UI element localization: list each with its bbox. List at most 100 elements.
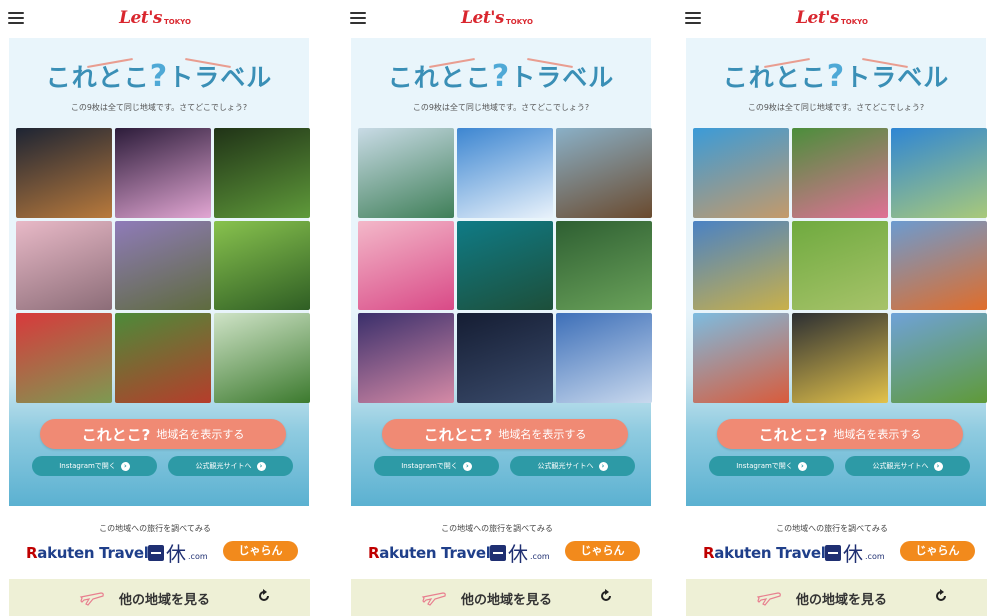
ikkyu-com: .com bbox=[188, 552, 208, 561]
phone-screen-3: Let's TOKYO これとこ?トラベル この9枚は全て同じ地域です。さてどこ… bbox=[677, 0, 987, 616]
show-button-label: 地域名を表示する bbox=[156, 428, 245, 441]
logo-main-text: Let's bbox=[119, 8, 162, 28]
ikkyu-logo-icon bbox=[148, 544, 164, 561]
instagram-button[interactable]: Instagramで開く › bbox=[374, 456, 499, 476]
hamburger-menu-icon[interactable] bbox=[685, 12, 701, 24]
partner-links: Rakuten Travel 休 .com じゃらん bbox=[0, 538, 310, 567]
hamburger-menu-icon[interactable] bbox=[8, 12, 24, 24]
logo-main-text: Let's bbox=[461, 8, 504, 28]
airplane-icon bbox=[421, 592, 446, 606]
reload-icon[interactable] bbox=[934, 589, 948, 603]
show-button-brand: これとこ? bbox=[423, 425, 493, 444]
show-button-brand: これとこ? bbox=[81, 425, 151, 444]
logo-sub-text: TOKYO bbox=[163, 18, 191, 26]
photo-tile-castle-sky bbox=[556, 313, 652, 403]
logo[interactable]: Let's TOKYO bbox=[119, 8, 191, 28]
top-bar: Let's TOKYO bbox=[342, 0, 652, 36]
show-region-button[interactable]: これとこ? 地域名を表示する bbox=[382, 419, 628, 449]
official-site-button[interactable]: 公式観光サイトへ › bbox=[845, 456, 970, 476]
title-area: これとこ?トラベル bbox=[351, 46, 651, 102]
other-regions-bar[interactable]: 他の地域を見る bbox=[351, 579, 652, 616]
instagram-button-label: Instagramで開く bbox=[736, 462, 793, 470]
page-title: これとこ?トラベル bbox=[686, 58, 986, 94]
logo[interactable]: Let's TOKYO bbox=[796, 8, 868, 28]
title-area: これとこ?トラベル bbox=[686, 46, 986, 102]
ikkyu-kanji: 休 bbox=[843, 542, 863, 566]
photo-tile-cherry-pink-flowers bbox=[358, 220, 454, 311]
rakuten-travel-link[interactable]: Rakuten Travel bbox=[368, 544, 491, 562]
ikkyu-link[interactable]: 休 .com bbox=[148, 538, 208, 567]
official-site-button-label: 公式観光サイトへ bbox=[872, 462, 929, 470]
logo-main-text: Let's bbox=[796, 8, 839, 28]
title-rest: トラベル bbox=[845, 63, 950, 92]
partner-links: Rakuten Travel 休 .com じゃらん bbox=[342, 538, 652, 567]
photo-tile-green-window bbox=[214, 128, 310, 218]
photo-tile-turquoise-spring bbox=[457, 220, 553, 311]
show-button-label: 地域名を表示する bbox=[498, 428, 587, 441]
official-site-button-label: 公式観光サイトへ bbox=[537, 462, 594, 470]
reload-icon[interactable] bbox=[599, 589, 613, 603]
photo-tile-lantern-festival bbox=[115, 128, 211, 218]
official-site-button[interactable]: 公式観光サイトへ › bbox=[168, 456, 293, 476]
ikkyu-logo-icon bbox=[490, 544, 506, 561]
arrow-right-icon: › bbox=[933, 461, 943, 471]
ikkyu-logo-icon bbox=[825, 544, 841, 561]
rakuten-travel-link[interactable]: Rakuten Travel bbox=[26, 544, 149, 562]
airplane-icon bbox=[756, 592, 781, 606]
rakuten-r: R bbox=[368, 544, 380, 562]
title-question-mark: ? bbox=[149, 59, 169, 94]
jalan-link[interactable]: じゃらん bbox=[900, 541, 975, 561]
photo-tile-forest-light bbox=[214, 220, 310, 311]
photo-tile-azalea-path bbox=[16, 313, 112, 403]
reload-icon[interactable] bbox=[257, 589, 271, 603]
instagram-button[interactable]: Instagramで開く › bbox=[32, 456, 157, 476]
official-site-button[interactable]: 公式観光サイトへ › bbox=[510, 456, 635, 476]
title-question-mark: ? bbox=[491, 59, 511, 94]
title-brand: これとこ bbox=[722, 63, 827, 92]
photo-tile-sky-swing bbox=[457, 128, 553, 218]
show-region-button[interactable]: これとこ? 地域名を表示する bbox=[40, 419, 286, 449]
rakuten-r: R bbox=[26, 544, 38, 562]
photo-tile-carp-streamers bbox=[693, 313, 789, 403]
photo-tile-sheep-pasture bbox=[891, 313, 987, 403]
show-button-label: 地域名を表示する bbox=[833, 428, 922, 441]
title-brand: これとこ bbox=[387, 63, 492, 92]
page-title: これとこ?トラベル bbox=[9, 58, 309, 94]
jalan-link[interactable]: じゃらん bbox=[565, 541, 640, 561]
hero-panel: これとこ?トラベル この9枚は全て同じ地域です。さてどこでしょう? これとこ? … bbox=[9, 38, 310, 506]
photo-tile-night-village bbox=[16, 128, 112, 218]
other-regions-bar[interactable]: 他の地域を見る bbox=[686, 579, 987, 616]
photo-tile-green-gorge bbox=[214, 313, 310, 403]
ikkyu-kanji: 休 bbox=[508, 542, 528, 566]
ikkyu-link[interactable]: 休 .com bbox=[825, 538, 885, 567]
logo[interactable]: Let's TOKYO bbox=[461, 8, 533, 28]
logo-sub-text: TOKYO bbox=[840, 18, 868, 26]
arrow-right-icon: › bbox=[120, 461, 130, 471]
photo-tile-rose-arch bbox=[792, 128, 888, 218]
travel-lead-text: この地域への旅行を調べてみる bbox=[441, 524, 553, 533]
rakuten-rest: akuten Travel bbox=[379, 544, 491, 562]
photo-tile-wooden-bridge bbox=[556, 128, 652, 218]
ikkyu-com: .com bbox=[865, 552, 885, 561]
top-bar: Let's TOKYO bbox=[0, 0, 310, 36]
instagram-button-label: Instagramで開く bbox=[401, 462, 458, 470]
instagram-button[interactable]: Instagramで開く › bbox=[709, 456, 834, 476]
rakuten-travel-link[interactable]: Rakuten Travel bbox=[703, 544, 826, 562]
jalan-link[interactable]: じゃらん bbox=[223, 541, 298, 561]
photo-tile-wisteria bbox=[115, 220, 211, 311]
ikkyu-com: .com bbox=[530, 552, 550, 561]
arrow-right-icon: › bbox=[462, 461, 472, 471]
hamburger-menu-icon[interactable] bbox=[350, 12, 366, 24]
ikkyu-link[interactable]: 休 .com bbox=[490, 538, 550, 567]
show-region-button[interactable]: これとこ? 地域名を表示する bbox=[717, 419, 963, 449]
other-regions-bar[interactable]: 他の地域を見る bbox=[9, 579, 310, 616]
title-question-mark: ? bbox=[826, 59, 846, 94]
other-regions-label: 他の地域を見る bbox=[119, 593, 211, 608]
photo-tile-milky-way bbox=[457, 313, 553, 403]
photo-tile-snowy-mountains bbox=[358, 128, 454, 218]
phone-screen-1: Let's TOKYO これとこ?トラベル この9枚は全て同じ地域です。さてどこ… bbox=[0, 0, 310, 616]
photo-tile-coastal-park bbox=[891, 128, 987, 218]
photo-tile-twilight-lake bbox=[358, 313, 454, 403]
title-area: これとこ?トラベル bbox=[9, 46, 309, 102]
title-rest: トラベル bbox=[168, 63, 273, 92]
